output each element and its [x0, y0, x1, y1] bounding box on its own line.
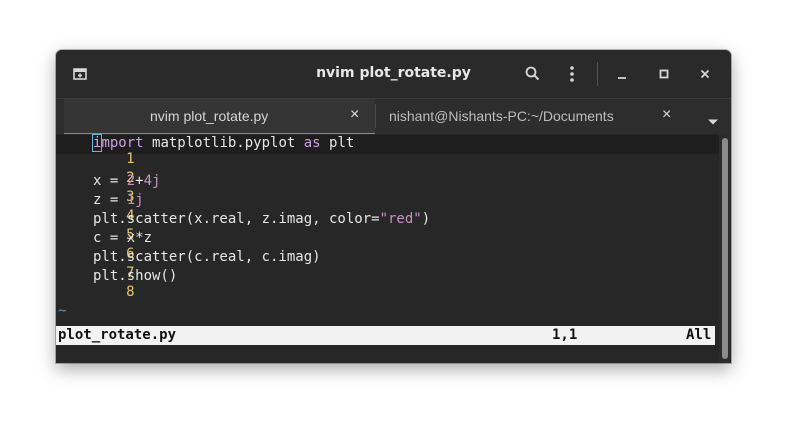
tab-label: nishant@Nishants-PC:~/Documents — [389, 108, 614, 124]
titlebar-separator — [597, 62, 598, 86]
code-text: import matplotlib.pyplot as plt — [91, 134, 355, 152]
tab-close-icon[interactable]: × — [350, 106, 359, 124]
code-line: 3 x = 2+4j — [56, 173, 719, 205]
search-icon[interactable] — [525, 66, 540, 85]
code-text: plt.show() — [93, 268, 178, 284]
empty-line-marker: ~ — [56, 306, 719, 338]
empty-line-marker: ~ — [56, 287, 719, 319]
code-line: 2 — [56, 154, 719, 186]
code-line: 1 import matplotlib.pyplot as plt — [56, 134, 719, 167]
status-filename: plot_rotate.py — [58, 327, 177, 343]
status-line: plot_rotate.py 1,1 All — [56, 326, 715, 345]
code-line: 7 plt.scatter(c.real, c.imag) — [56, 249, 719, 281]
code-line: 6 c = x*z — [56, 230, 719, 262]
scrollbar[interactable] — [719, 134, 731, 363]
status-cursor-position: 1,1 — [552, 327, 578, 343]
chevron-down-icon[interactable] — [707, 111, 719, 130]
code-text: x = 2+4j — [93, 173, 161, 189]
tab-nvim[interactable]: nvim plot_rotate.py × — [64, 99, 375, 135]
title-bar: nvim plot_rotate.py — [56, 50, 731, 98]
terminal-window: nvim plot_rotate.py nvim plot_rotate.py … — [56, 50, 731, 363]
kebab-menu-icon[interactable] — [569, 65, 575, 87]
code-text: plt.scatter(c.real, c.imag) — [93, 249, 321, 265]
code-line: 4 z = 1j — [56, 192, 719, 224]
code-line: 8 plt.show() — [56, 268, 719, 300]
window-title: nvim plot_rotate.py — [316, 65, 471, 81]
editor-area[interactable]: 1 import matplotlib.pyplot as plt 2 3 x … — [56, 134, 719, 363]
minimize-icon[interactable] — [616, 66, 628, 85]
code-text: plt.scatter(x.real, z.imag, color="red") — [93, 211, 431, 227]
code-text: c = x*z — [93, 230, 153, 246]
scrollbar-thumb[interactable] — [722, 138, 728, 359]
close-icon[interactable] — [699, 66, 711, 85]
maximize-icon[interactable] — [658, 66, 670, 85]
status-scroll: All — [686, 327, 712, 343]
tab-bar: nvim plot_rotate.py × nishant@Nishants-P… — [56, 98, 731, 135]
tab-close-icon[interactable]: × — [662, 106, 671, 124]
tab-label: nvim plot_rotate.py — [150, 108, 269, 124]
code-line: 5 plt.scatter(x.real, z.imag, color="red… — [56, 211, 719, 243]
code-text: z = 1j — [93, 192, 144, 208]
tab-shell[interactable]: nishant@Nishants-PC:~/Documents × — [376, 99, 701, 133]
